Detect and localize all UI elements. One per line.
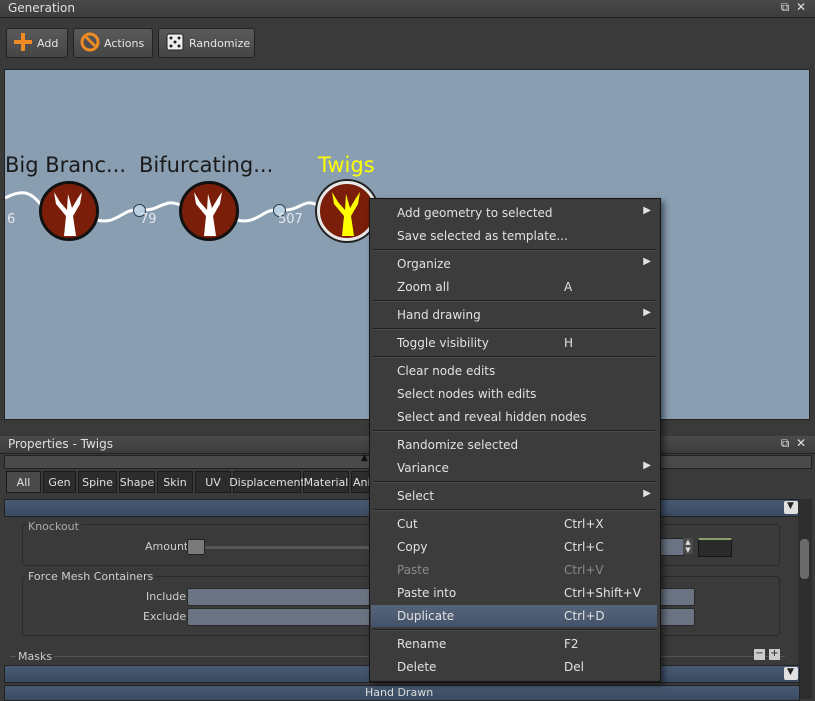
node-big-branches[interactable] — [39, 181, 99, 241]
close-panel-icon[interactable]: ✕ — [794, 0, 808, 14]
node-bifurcating[interactable] — [179, 181, 239, 241]
tab-uv[interactable]: UV — [195, 471, 231, 493]
menu-item-hand-drawing[interactable]: Hand drawing ▶ — [371, 304, 657, 326]
float-panel-icon[interactable]: ⧉ — [778, 0, 792, 15]
menu-item-toggle-visibility[interactable]: Toggle visibility H — [371, 332, 657, 354]
submenu-arrow-icon: ▶ — [643, 205, 651, 216]
menu-item-add-geometry[interactable]: Add geometry to selected ▶ — [371, 202, 657, 224]
node-count-bifurcating: 79 — [140, 212, 157, 227]
hand-drawn-label: Hand Drawn — [365, 686, 434, 699]
menu-item-duplicate[interactable]: Duplicate Ctrl+D — [371, 605, 657, 627]
amount-label: Amount — [145, 540, 189, 553]
generation-panel-title: Generation — [8, 1, 75, 15]
submenu-arrow-icon: ▶ — [643, 307, 651, 318]
menu-item-organize[interactable]: Organize ▶ — [371, 253, 657, 275]
vertical-scrollbar[interactable] — [798, 499, 812, 699]
node-title-big-branches: Big Branc... — [5, 153, 127, 177]
actions-label: Actions — [104, 36, 145, 50]
menu-item-cut[interactable]: Cut Ctrl+X — [371, 513, 657, 535]
menu-item-paste-into[interactable]: Paste into Ctrl+Shift+V — [371, 582, 657, 604]
menu-separator — [373, 629, 655, 631]
tab-all[interactable]: All — [6, 471, 41, 493]
menu-item-rename[interactable]: Rename F2 — [371, 633, 657, 655]
randomize-label: Randomize — [189, 36, 251, 50]
menu-separator — [373, 356, 655, 358]
menu-item-delete[interactable]: Delete Del — [371, 656, 657, 678]
menu-item-randomize-selected[interactable]: Randomize selected — [371, 434, 657, 456]
node-title-bifurcating: Bifurcating... — [139, 153, 274, 177]
add-label: Add — [37, 36, 59, 50]
menu-item-variance[interactable]: Variance ▶ — [371, 457, 657, 479]
knockout-group-label: Knockout — [26, 520, 81, 533]
menu-item-paste[interactable]: Paste Ctrl+V — [371, 559, 657, 581]
include-label: Include — [146, 590, 187, 603]
generation-title-bar: Generation ⧉ ✕ — [0, 0, 815, 18]
plus-icon — [13, 32, 33, 55]
node-title-twigs: Twigs — [318, 153, 375, 177]
tree-icon — [194, 192, 222, 236]
menu-item-select[interactable]: Select ▶ — [371, 485, 657, 507]
tab-material[interactable]: Material — [303, 471, 349, 493]
menu-separator — [373, 300, 655, 302]
force-mesh-group-label: Force Mesh Containers — [26, 570, 156, 583]
amount-curve-preview[interactable] — [698, 538, 732, 557]
tab-gen[interactable]: Gen — [43, 471, 76, 493]
randomize-button[interactable]: Randomize — [158, 28, 255, 58]
masks-label: Masks — [16, 650, 55, 663]
tree-icon — [332, 192, 360, 236]
add-button[interactable]: Add — [6, 28, 68, 58]
menu-separator — [373, 481, 655, 483]
scrollbar-thumb[interactable] — [800, 539, 809, 579]
amount-value-field[interactable] — [660, 538, 684, 556]
exclude-label: Exclude — [143, 610, 187, 623]
properties-panel-title: Properties - Twigs — [8, 437, 113, 451]
tab-animation[interactable]: Ani — [351, 471, 371, 493]
menu-item-select-nodes-with-edits[interactable]: Select nodes with edits — [371, 383, 657, 405]
collapse-minus-button[interactable]: − — [754, 649, 765, 660]
tab-spine[interactable]: Spine — [78, 471, 117, 493]
close-panel-icon[interactable]: ✕ — [794, 436, 808, 450]
menu-separator — [373, 328, 655, 330]
menu-item-copy[interactable]: Copy Ctrl+C — [371, 536, 657, 558]
node-count-big-branches: 6 — [7, 212, 16, 227]
menu-separator — [373, 249, 655, 251]
masks-dropdown-button[interactable]: ▼ — [784, 667, 798, 680]
tab-shape[interactable]: Shape — [119, 471, 155, 493]
chevron-down-icon: ▼ — [787, 501, 794, 511]
submenu-arrow-icon: ▶ — [643, 460, 651, 471]
tab-skin[interactable]: Skin — [157, 471, 193, 493]
menu-item-save-template[interactable]: Save selected as template... — [371, 225, 657, 247]
chevron-down-icon: ▼ — [787, 667, 794, 677]
collapse-up-icon: ▲ — [361, 453, 368, 463]
expand-plus-button[interactable]: + — [769, 649, 780, 660]
tree-icon — [54, 192, 82, 236]
menu-item-zoom-all[interactable]: Zoom all A — [371, 276, 657, 298]
float-panel-icon[interactable]: ⧉ — [778, 436, 792, 451]
node-twigs-selected[interactable] — [317, 181, 377, 241]
generation-toolbar: Add Actions Randomize — [0, 18, 815, 68]
menu-item-clear-node-edits[interactable]: Clear node edits — [371, 360, 657, 382]
amount-slider-track[interactable] — [187, 546, 377, 549]
submenu-arrow-icon: ▶ — [643, 488, 651, 499]
tab-displacement[interactable]: Displacement — [229, 471, 305, 493]
submenu-arrow-icon: ▶ — [643, 256, 651, 267]
menu-separator — [373, 509, 655, 511]
dice-icon — [165, 32, 185, 55]
menu-separator — [373, 430, 655, 432]
amount-spinner[interactable]: ▲ ▼ — [683, 538, 693, 554]
amount-slider-handle[interactable] — [187, 539, 205, 555]
actions-icon — [80, 32, 100, 55]
actions-button[interactable]: Actions — [73, 28, 153, 58]
context-menu: Add geometry to selected ▶ Save selected … — [369, 198, 661, 682]
section-dropdown-button[interactable]: ▼ — [784, 501, 798, 514]
menu-item-select-reveal-hidden[interactable]: Select and reveal hidden nodes — [371, 406, 657, 428]
node-count-twigs: 507 — [278, 212, 303, 227]
